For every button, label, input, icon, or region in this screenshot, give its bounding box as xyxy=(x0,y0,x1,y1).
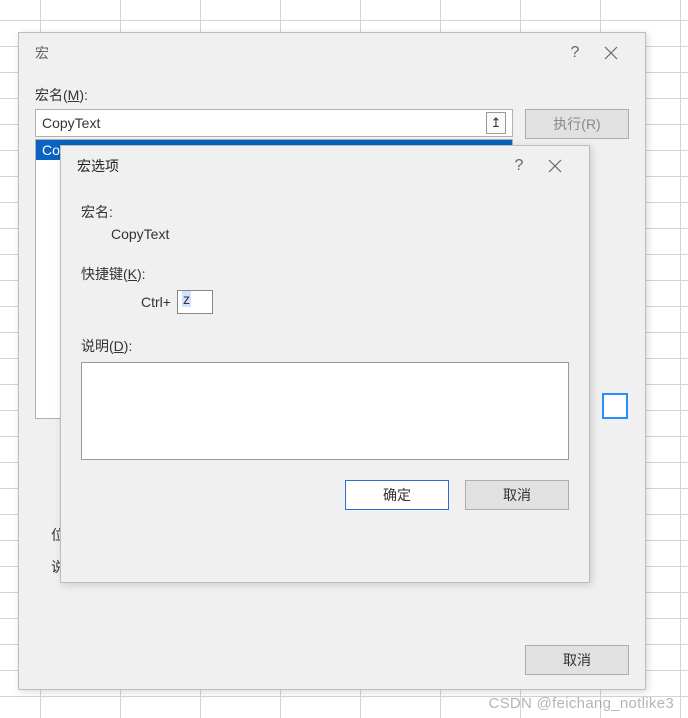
description-textarea[interactable] xyxy=(81,362,569,460)
options-title: 宏选项 xyxy=(77,156,119,176)
macro-options-dialog: 宏选项 ? 宏名: CopyText 快捷键(K): Ctrl+ z 说明(D)… xyxy=(60,145,590,583)
options-cancel-button[interactable]: 取消 xyxy=(465,480,569,510)
macro-title: 宏 xyxy=(35,43,49,63)
close-icon[interactable] xyxy=(593,35,629,71)
shortcut-label: 快捷键(K): xyxy=(81,264,569,284)
options-titlebar[interactable]: 宏选项 ? xyxy=(61,146,589,186)
macro-titlebar[interactable]: 宏 ? xyxy=(19,33,645,73)
help-icon[interactable]: ? xyxy=(501,148,537,184)
shortcut-prefix: Ctrl+ xyxy=(141,294,171,310)
macro-cancel-button[interactable]: 取消 xyxy=(525,645,629,675)
run-button[interactable]: 执行(R) xyxy=(525,109,629,139)
arrow-up-icon[interactable]: ↥ xyxy=(486,112,506,134)
description-label: 说明(D): xyxy=(81,336,569,356)
shortcut-key-input[interactable]: z xyxy=(177,290,213,314)
ok-button[interactable]: 确定 xyxy=(345,480,449,510)
options-name-label: 宏名: xyxy=(81,202,569,222)
macro-name-value: CopyText xyxy=(42,115,100,131)
close-icon[interactable] xyxy=(537,148,573,184)
selection-highlight xyxy=(602,393,628,419)
macro-name-input[interactable]: CopyText ↥ xyxy=(35,109,513,137)
help-icon[interactable]: ? xyxy=(557,35,593,71)
macro-name-label: 宏名(M): xyxy=(35,85,629,105)
options-name-value: CopyText xyxy=(81,226,569,242)
